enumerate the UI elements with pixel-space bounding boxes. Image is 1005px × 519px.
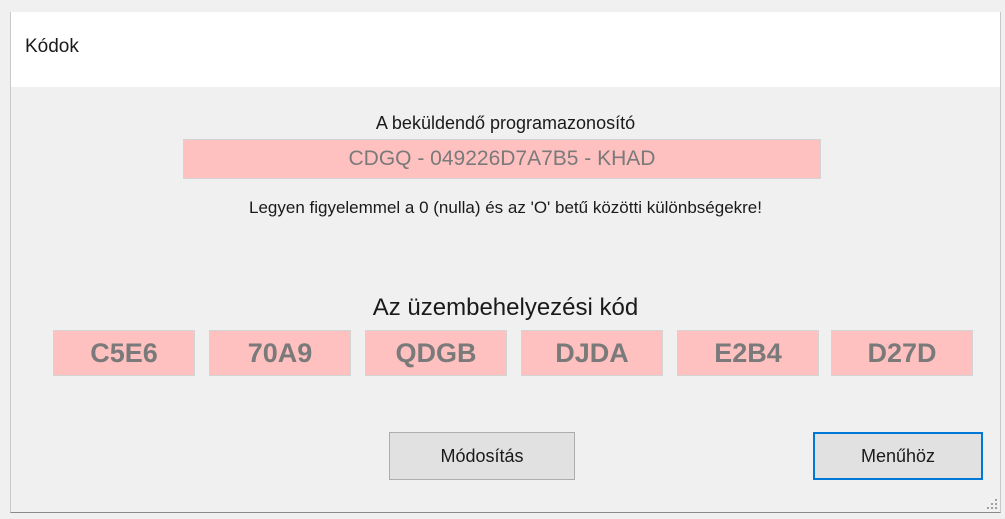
codes-dialog: Kódok A beküldendő programazonosító CDGQ… (10, 12, 1001, 513)
window-title: Kódok (25, 36, 79, 57)
install-code-field-2[interactable]: 70A9 (209, 330, 351, 376)
install-code-field-4[interactable]: DJDA (521, 330, 663, 376)
warning-text: Legyen figyelemmel a 0 (nulla) és az 'O'… (249, 198, 762, 217)
program-id-label: A beküldendő programazonosító (375, 113, 636, 133)
install-code-field-3[interactable]: QDGB (365, 330, 507, 376)
install-code-label: Az üzembehelyezési kód (372, 294, 639, 321)
menu-button[interactable]: Menűhöz (813, 432, 983, 480)
modify-button[interactable]: Módosítás (389, 432, 575, 480)
install-code-field-5[interactable]: E2B4 (677, 330, 819, 376)
resize-grip-icon[interactable] (986, 498, 998, 510)
program-id-field[interactable]: CDGQ - 049226D7A7B5 - KHAD (183, 139, 821, 179)
install-code-field-1[interactable]: C5E6 (53, 330, 195, 376)
title-bar: Kódok (11, 12, 1000, 87)
install-code-field-6[interactable]: D27D (831, 330, 973, 376)
